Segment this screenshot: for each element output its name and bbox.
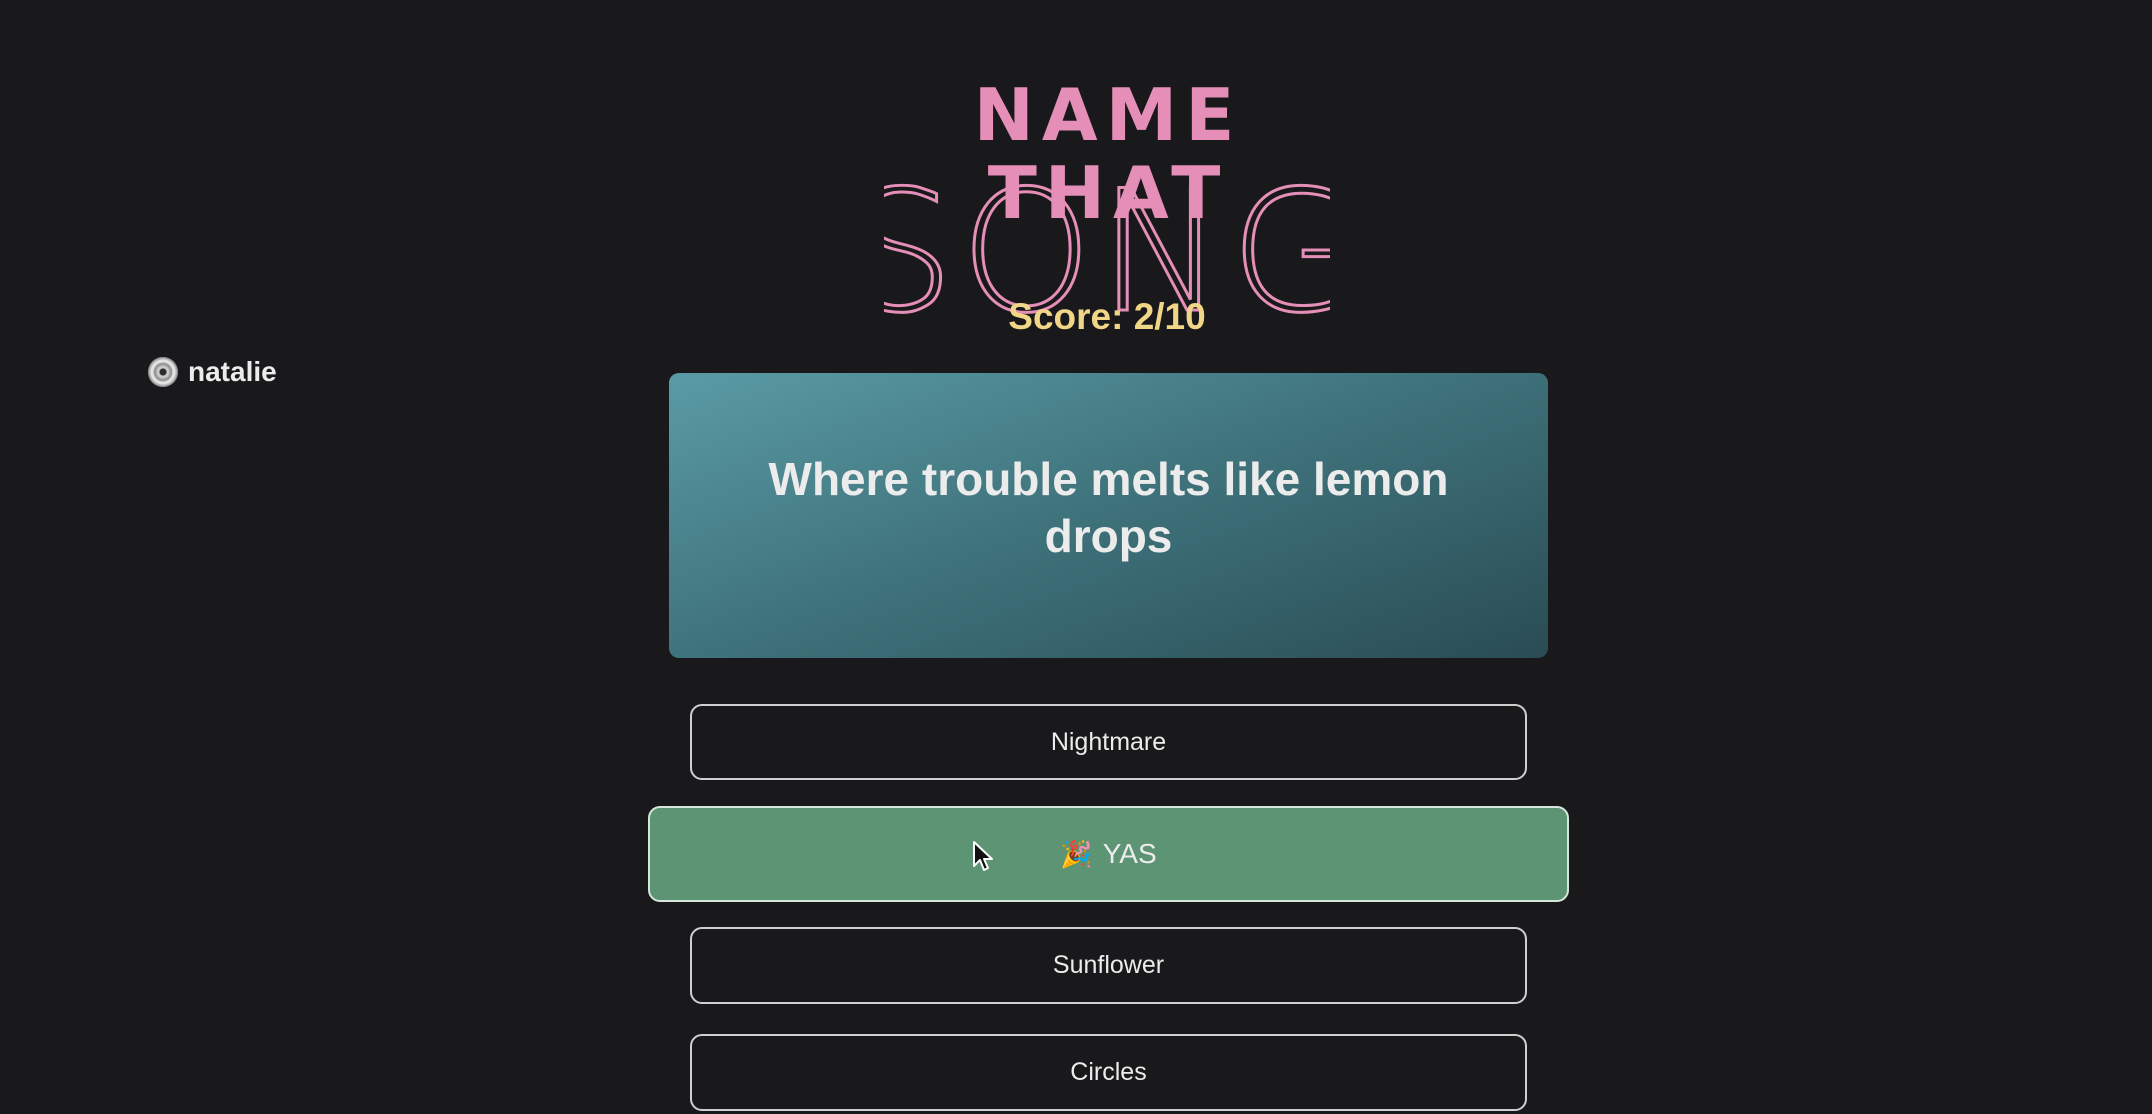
user-badge: natalie — [148, 354, 277, 390]
game-page: NAME THAT SONG Score: 2/10 natalie Where… — [0, 0, 2152, 1114]
answer-label: Sunflower — [1052, 951, 1165, 979]
user-name: natalie — [188, 356, 277, 387]
answer-label: YAS — [1102, 838, 1157, 869]
score-display: Score: 2/10 — [1008, 296, 1206, 337]
mouse-pointer-icon — [973, 841, 993, 871]
name-that-song-logo: NAME THAT SONG — [884, 72, 1330, 337]
party-popper-icon: 🎉 — [1060, 838, 1093, 869]
answer-option-circles[interactable]: Circles — [690, 1034, 1527, 1111]
answer-option-sunflower[interactable]: Sunflower — [690, 927, 1527, 1004]
lyric-question: Where trouble melts like lemon drops — [768, 453, 1449, 562]
answer-option-nightmare[interactable]: Nightmare — [690, 704, 1527, 780]
answer-option-yas-correct[interactable]: 🎉 YAS — [648, 806, 1569, 902]
answer-label: Circles — [1070, 1058, 1147, 1086]
answer-label: Nightmare — [1050, 727, 1167, 756]
question-card: Where trouble melts like lemon drops — [669, 373, 1548, 658]
cd-icon — [148, 357, 178, 387]
